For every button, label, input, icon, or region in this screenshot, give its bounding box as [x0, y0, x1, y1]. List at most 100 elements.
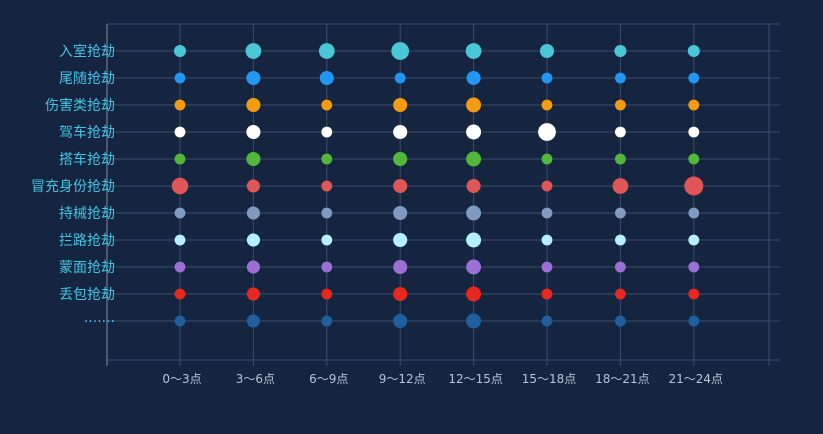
bubble-point[interactable] — [321, 126, 333, 138]
bubble-point[interactable] — [466, 97, 482, 113]
bubble-point[interactable] — [688, 72, 700, 84]
bubble-point[interactable] — [688, 234, 700, 246]
bubble-point[interactable] — [539, 43, 555, 59]
bubble-point[interactable] — [614, 72, 626, 84]
bubble-point[interactable] — [393, 313, 408, 329]
bubble-point[interactable] — [688, 315, 700, 327]
bubble-point[interactable] — [173, 44, 187, 58]
bubble-point[interactable] — [614, 126, 626, 138]
bubble-point[interactable] — [393, 178, 408, 194]
bubble-point[interactable] — [246, 260, 260, 274]
bubble-point[interactable] — [321, 99, 333, 111]
bubble-point[interactable] — [688, 288, 700, 300]
bubble-point[interactable] — [466, 151, 482, 167]
x-tick-label: 18～21点 — [595, 372, 650, 386]
bubble-point[interactable] — [393, 151, 408, 167]
bubble-point[interactable] — [541, 180, 553, 192]
bubble-point[interactable] — [466, 259, 482, 275]
bubble-point[interactable] — [393, 259, 408, 275]
bubble-point[interactable] — [246, 70, 261, 86]
chart-svg: 入室抢劫尾随抢劫伤害类抢劫驾车抢劫搭车抢劫冒充身份抢劫持械抢劫拦路抢劫蒙面抢劫丢… — [31, 23, 780, 386]
bubble-point[interactable] — [174, 234, 186, 246]
x-tick-label: 9～12点 — [379, 372, 426, 386]
bubble-point[interactable] — [174, 261, 186, 273]
bubble-point[interactable] — [466, 124, 482, 140]
x-tick-label: 12～15点 — [448, 372, 503, 386]
bubble-point[interactable] — [688, 261, 700, 273]
bubble-point[interactable] — [614, 288, 626, 300]
x-tick-label: 3～6点 — [236, 372, 275, 386]
bubble-point[interactable] — [174, 288, 186, 300]
bubble-point[interactable] — [246, 151, 261, 167]
bubble-point[interactable] — [174, 72, 186, 84]
bubble-point[interactable] — [321, 207, 333, 219]
bubble-point[interactable] — [688, 99, 700, 111]
bubble-point[interactable] — [466, 286, 482, 302]
bubble-point[interactable] — [541, 99, 553, 111]
bubble-point[interactable] — [394, 72, 406, 84]
bubble-point[interactable] — [245, 43, 262, 59]
bubble-point[interactable] — [466, 313, 482, 329]
bubble-point[interactable] — [614, 315, 626, 327]
bubble-point[interactable] — [541, 288, 553, 300]
bubble-point[interactable] — [614, 207, 626, 219]
bubble-point[interactable] — [174, 126, 186, 138]
y-tick-label: 伤害类抢劫 — [45, 97, 115, 114]
bubble-point[interactable] — [614, 99, 626, 111]
bubble-point[interactable] — [393, 124, 408, 140]
bubble-point[interactable] — [321, 153, 333, 165]
bubble-point[interactable] — [612, 178, 629, 194]
bubble-point[interactable] — [614, 234, 626, 246]
bubble-point[interactable] — [614, 44, 627, 58]
bubble-point[interactable] — [174, 207, 186, 219]
bubble-point[interactable] — [319, 70, 334, 86]
bubble-point[interactable] — [318, 43, 335, 59]
bubble-point[interactable] — [541, 153, 553, 165]
bubble-point[interactable] — [466, 232, 482, 248]
bubble-point[interactable] — [541, 261, 553, 273]
bubble-point[interactable] — [687, 44, 700, 58]
bubble-point[interactable] — [321, 261, 333, 273]
bubble-point[interactable] — [466, 70, 481, 86]
bubble-point[interactable] — [684, 176, 704, 196]
bubble-point[interactable] — [614, 261, 626, 273]
bubble-point[interactable] — [538, 123, 556, 141]
bubble-point[interactable] — [688, 153, 700, 165]
bubble-point[interactable] — [321, 180, 333, 192]
bubble-point[interactable] — [393, 97, 408, 113]
bubble-point[interactable] — [466, 178, 481, 194]
bubble-point[interactable] — [614, 153, 626, 165]
y-tick-label: 蒙面抢劫 — [59, 259, 115, 276]
bubble-point[interactable] — [321, 234, 333, 246]
bubble-point[interactable] — [246, 287, 260, 301]
bubble-point[interactable] — [541, 315, 553, 327]
y-tick-label: 搭车抢劫 — [59, 151, 115, 168]
bubble-point[interactable] — [541, 234, 553, 246]
bubble-point[interactable] — [541, 207, 553, 219]
bubble-point[interactable] — [466, 205, 482, 221]
bubble-point[interactable] — [541, 72, 553, 84]
bubble-point[interactable] — [393, 232, 408, 248]
bubble-point[interactable] — [246, 97, 261, 113]
bubble-point[interactable] — [174, 315, 186, 327]
bubble-point[interactable] — [321, 315, 333, 327]
y-tick-label: ······· — [84, 314, 115, 330]
x-tick-label: 21～24点 — [669, 372, 724, 386]
bubble-point[interactable] — [393, 205, 408, 221]
bubble-point[interactable] — [174, 99, 186, 111]
bubble-point[interactable] — [246, 233, 260, 247]
axis-layer — [106, 24, 770, 366]
bubble-point[interactable] — [465, 43, 482, 59]
bubble-point[interactable] — [246, 179, 260, 193]
y-tick-label: 拦路抢劫 — [59, 232, 115, 249]
bubble-point[interactable] — [171, 177, 189, 195]
bubble-point[interactable] — [391, 42, 410, 60]
bubble-point[interactable] — [246, 124, 261, 140]
bubble-point[interactable] — [174, 153, 186, 165]
bubble-point[interactable] — [688, 207, 700, 219]
bubble-point[interactable] — [246, 206, 260, 220]
bubble-point[interactable] — [321, 288, 333, 300]
bubble-point[interactable] — [393, 286, 408, 302]
bubble-point[interactable] — [246, 314, 260, 328]
bubble-point[interactable] — [688, 126, 700, 138]
